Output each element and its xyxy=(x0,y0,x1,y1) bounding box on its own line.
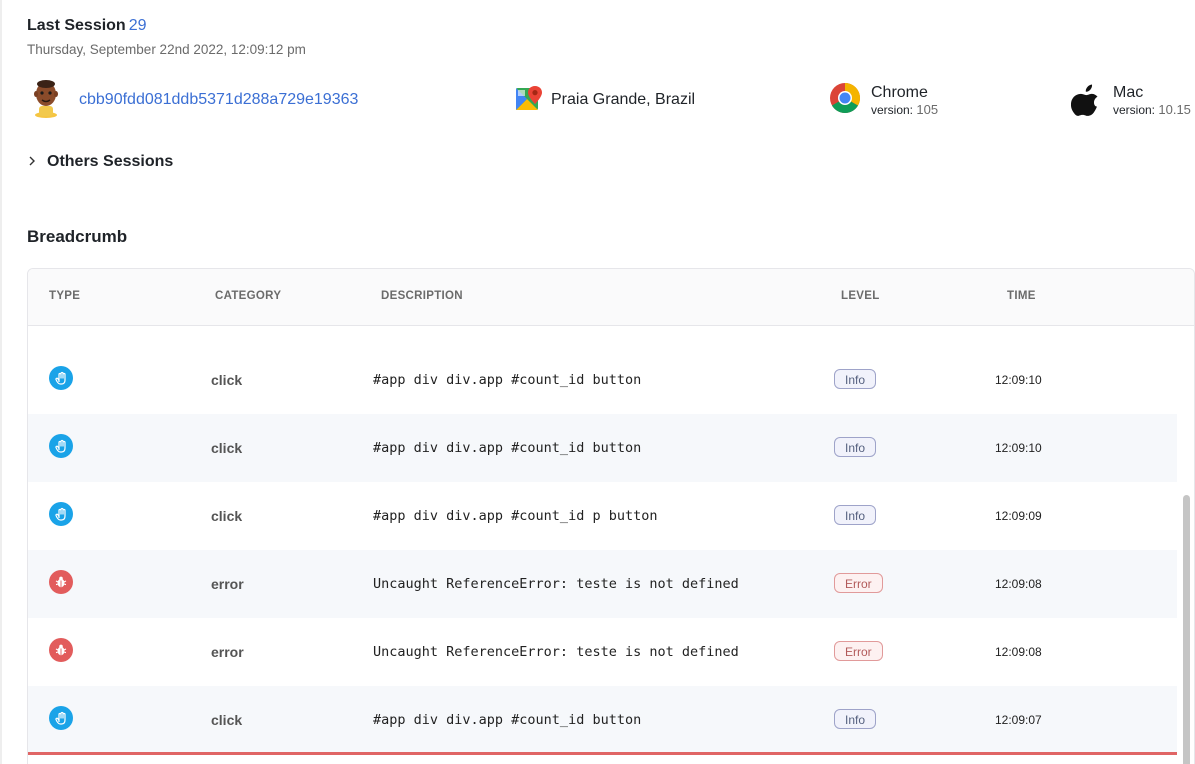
level-badge: Info xyxy=(834,369,877,389)
table-header: TYPE CATEGORY DESCRIPTION LEVEL TIME xyxy=(28,269,1194,326)
google-maps-icon xyxy=(515,84,543,117)
row-description: Uncaught ReferenceError: teste is not de… xyxy=(373,644,739,660)
row-category: click xyxy=(211,712,243,728)
breadcrumb-table: TYPE CATEGORY DESCRIPTION LEVEL TIME cli… xyxy=(27,268,1195,764)
session-count: 29 xyxy=(128,17,147,34)
column-header-level: LEVEL xyxy=(841,290,880,302)
apple-icon xyxy=(1070,80,1103,121)
pointer-hand-icon xyxy=(49,366,73,390)
table-row[interactable]: error Uncaught ReferenceError: teste is … xyxy=(28,618,1177,686)
level-badge: Info xyxy=(834,505,877,525)
pointer-hand-icon xyxy=(49,502,73,526)
level-badge: Error xyxy=(834,573,883,593)
session-title: Last Session 29 xyxy=(27,15,306,37)
os-details: Mac version: 10.15 xyxy=(1113,83,1191,118)
user-info: cbb90fdd081ddb5371d288a729e19363 xyxy=(27,78,358,122)
browser-name: Chrome xyxy=(871,83,928,101)
location-text: Praia Grande, Brazil xyxy=(551,91,696,108)
row-time: 12:09:07 xyxy=(995,713,1042,727)
table-row[interactable]: click #app div div.app #count_id button … xyxy=(28,346,1177,414)
table-row[interactable]: click #app div div.app #count_id button … xyxy=(28,686,1177,754)
session-header: Last Session 29 Thursday, September 22nd … xyxy=(27,15,306,59)
column-header-type: TYPE xyxy=(49,290,81,302)
os-version-number: 10.15 xyxy=(1158,101,1191,117)
row-category: error xyxy=(211,644,244,660)
location-info: Praia Grande, Brazil xyxy=(515,78,695,122)
left-divider xyxy=(0,0,2,764)
row-category: click xyxy=(211,440,243,456)
row-time: 12:09:10 xyxy=(995,441,1042,455)
level-badge: Error xyxy=(834,641,883,661)
session-title-label: Last Session xyxy=(27,17,126,34)
table-row[interactable]: click #app div div.app #count_id p butto… xyxy=(28,482,1177,550)
column-header-description: DESCRIPTION xyxy=(381,290,463,302)
browser-version-label: version: xyxy=(871,102,914,117)
breadcrumb-title: Breadcrumb xyxy=(27,227,128,246)
avatar-icon xyxy=(27,78,65,123)
error-marker-line xyxy=(28,752,1177,755)
session-info: cbb90fdd081ddb5371d288a729e19363 Praia G… xyxy=(27,78,1195,122)
table-row[interactable]: click #app div div.app #count_id button … xyxy=(28,414,1177,482)
table-row[interactable]: error Uncaught ReferenceError: teste is … xyxy=(28,550,1177,618)
row-time: 12:09:08 xyxy=(995,645,1042,659)
row-description: #app div div.app #count_id button xyxy=(373,372,642,388)
browser-version-number: 105 xyxy=(916,101,939,117)
column-header-time: TIME xyxy=(1007,290,1036,302)
chrome-icon xyxy=(829,82,861,119)
row-description: #app div div.app #count_id p button xyxy=(373,508,658,524)
row-category: click xyxy=(211,372,243,388)
chevron-right-icon xyxy=(27,155,41,170)
browser-info: Chrome version: 105 xyxy=(829,78,938,122)
row-category: error xyxy=(211,576,244,592)
session-user-id-link[interactable]: cbb90fdd081ddb5371d288a729e19363 xyxy=(79,91,358,109)
os-info: Mac version: 10.15 xyxy=(1070,78,1191,122)
bug-icon xyxy=(49,570,73,594)
os-name: Mac xyxy=(1113,83,1144,101)
row-time: 12:09:09 xyxy=(995,509,1042,523)
row-description: #app div div.app #count_id button xyxy=(373,440,642,456)
bug-icon xyxy=(49,638,73,662)
others-sessions-toggle[interactable]: Others Sessions xyxy=(27,153,173,171)
browser-details: Chrome version: 105 xyxy=(871,83,938,118)
row-time: 12:09:08 xyxy=(995,577,1042,591)
row-description: #app div div.app #count_id button xyxy=(373,712,642,728)
level-badge: Info xyxy=(834,709,877,729)
pointer-hand-icon xyxy=(49,706,73,730)
row-category: click xyxy=(211,508,243,524)
session-date: Thursday, September 22nd 2022, 12:09:12 … xyxy=(27,42,306,57)
page: Last Session 29 Thursday, September 22nd … xyxy=(0,0,1195,764)
row-description: Uncaught ReferenceError: teste is not de… xyxy=(373,576,739,592)
os-version: version: 10.15 xyxy=(1113,102,1191,118)
row-time: 12:09:10 xyxy=(995,373,1042,387)
scrollbar-thumb[interactable] xyxy=(1183,495,1190,764)
pointer-hand-icon xyxy=(49,434,73,458)
level-badge: Info xyxy=(834,437,877,457)
os-version-label: version: xyxy=(1113,102,1156,117)
browser-version: version: 105 xyxy=(871,102,938,118)
column-header-category: CATEGORY xyxy=(215,290,282,302)
others-sessions-label: Others Sessions xyxy=(47,153,174,170)
